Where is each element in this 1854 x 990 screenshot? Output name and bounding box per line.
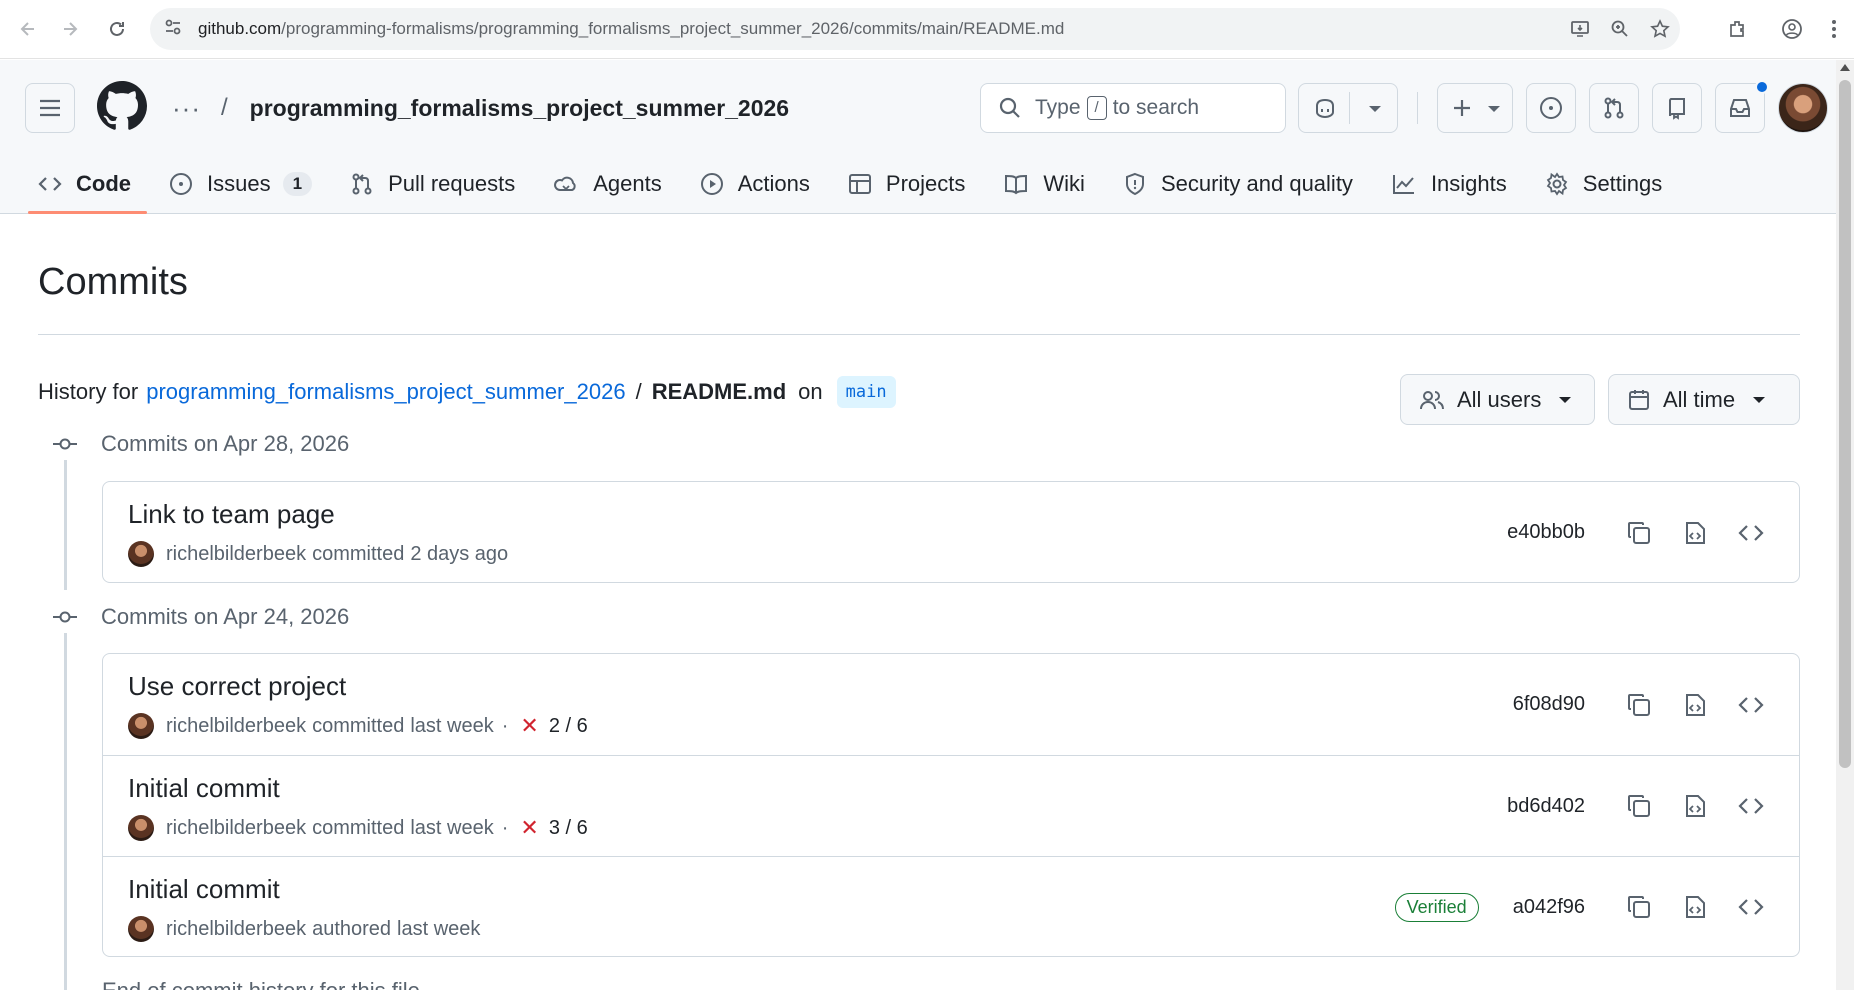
file-code-icon[interactable] (1673, 885, 1717, 929)
commit-list: Link to team page richelbilderbeek commi… (102, 481, 1800, 583)
commit-time: last week (410, 714, 494, 737)
commit-group-heading: Commits on Apr 28, 2026 (38, 428, 349, 460)
commit-meta: richelbilderbeek committed 2 days ago (128, 541, 508, 567)
commit-group-date: Commits on Apr 24, 2026 (101, 604, 350, 629)
commit-action: committed (312, 542, 405, 565)
file-code-icon[interactable] (1673, 511, 1717, 555)
commit-message-link[interactable]: Link to team page (128, 499, 335, 530)
copy-icon[interactable] (1617, 683, 1661, 727)
commit-meta: richelbilderbeek committed last week · ✕… (128, 713, 588, 739)
commit-node-icon (50, 437, 80, 451)
commit-action: committed (312, 816, 405, 839)
scroll-up-arrow[interactable] (1840, 64, 1850, 71)
commit-group-date: Commits on Apr 28, 2026 (101, 431, 350, 456)
copy-icon[interactable] (1617, 511, 1661, 555)
timeline-line (64, 633, 67, 990)
commit-meta: richelbilderbeek committed last week · ✕… (128, 815, 588, 841)
file-code-icon[interactable] (1673, 784, 1717, 828)
scrollbar-thumb[interactable] (1839, 80, 1851, 768)
timeline-line (64, 460, 67, 590)
copy-icon[interactable] (1617, 784, 1661, 828)
commit-row: Initial commit richelbilderbeek authored… (103, 856, 1799, 957)
commit-row: Use correct project richelbilderbeek com… (103, 654, 1799, 755)
checks-status[interactable]: 2 / 6 (549, 715, 588, 738)
commit-sha-link[interactable]: e40bb0b (1507, 521, 1585, 544)
commit-author-link[interactable]: richelbilderbeek (166, 817, 306, 840)
checks-status[interactable]: 3 / 6 (549, 817, 588, 840)
file-code-icon[interactable] (1673, 683, 1717, 727)
end-of-history-text: End of commit history for this file (102, 978, 420, 990)
avatar[interactable] (128, 815, 154, 841)
commit-message-link[interactable]: Initial commit (128, 874, 280, 905)
x-icon[interactable]: ✕ (520, 815, 538, 841)
commit-time: 2 days ago (410, 542, 509, 565)
avatar[interactable] (128, 916, 154, 942)
commit-actions: e40bb0b (1507, 482, 1773, 583)
meta-separator: · (501, 816, 509, 839)
commit-author-link[interactable]: richelbilderbeek (166, 715, 306, 738)
commit-time: last week (410, 816, 494, 839)
commit-actions: 6f08d90 (1513, 654, 1773, 755)
browse-code-icon[interactable] (1729, 885, 1773, 929)
commit-sha-link[interactable]: a042f96 (1513, 896, 1585, 919)
commit-row: Link to team page richelbilderbeek commi… (103, 482, 1799, 583)
commit-message-link[interactable]: Use correct project (128, 671, 346, 702)
commit-group-heading: Commits on Apr 24, 2026 (38, 601, 349, 633)
commit-action: committed (312, 714, 405, 737)
meta-separator: · (501, 714, 509, 737)
commit-row: Initial commit richelbilderbeek committe… (103, 755, 1799, 856)
commit-author-link[interactable]: richelbilderbeek (166, 918, 306, 941)
avatar[interactable] (128, 713, 154, 739)
commit-action: authored (312, 917, 392, 940)
commit-time: last week (397, 917, 481, 940)
commit-actions: bd6d402 (1507, 756, 1773, 856)
commit-actions: Verified a042f96 (1394, 857, 1773, 957)
commit-timeline: Commits on Apr 28, 2026 Link to team pag… (38, 0, 1800, 990)
commit-sha-link[interactable]: 6f08d90 (1513, 693, 1585, 716)
commit-node-icon (50, 610, 80, 624)
browse-code-icon[interactable] (1729, 784, 1773, 828)
browse-code-icon[interactable] (1729, 511, 1773, 555)
x-icon[interactable]: ✕ (520, 713, 538, 739)
browser-menu-icon[interactable] (1814, 9, 1854, 49)
commit-author-link[interactable]: richelbilderbeek (166, 543, 306, 566)
commit-meta: richelbilderbeek authored last week (128, 916, 480, 942)
commit-list: Use correct project richelbilderbeek com… (102, 653, 1800, 957)
copy-icon[interactable] (1617, 885, 1661, 929)
commit-message-link[interactable]: Initial commit (128, 773, 280, 804)
avatar[interactable] (128, 541, 154, 567)
verified-badge[interactable]: Verified (1394, 892, 1479, 922)
commit-sha-link[interactable]: bd6d402 (1507, 795, 1585, 818)
browse-code-icon[interactable] (1729, 683, 1773, 727)
